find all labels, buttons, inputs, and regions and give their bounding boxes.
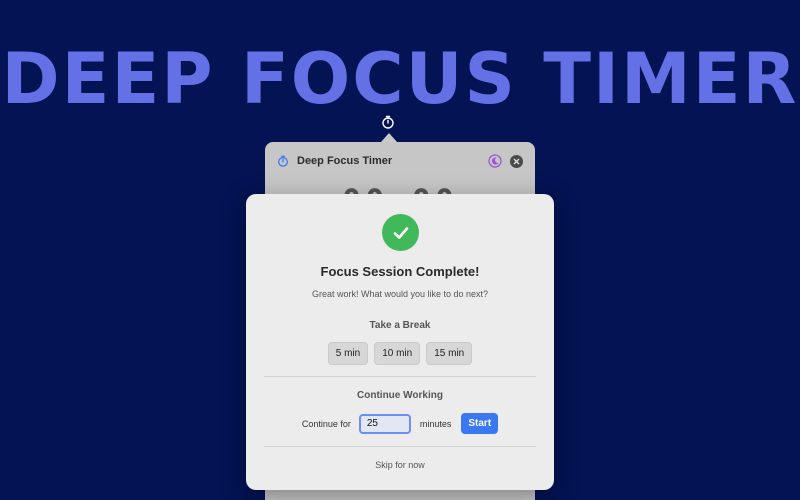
- moon-icon[interactable]: [488, 154, 502, 168]
- break-options: 5 min 10 min 15 min: [246, 342, 554, 365]
- break-5-min-button[interactable]: 5 min: [327, 342, 369, 365]
- checkmark-icon: [393, 226, 408, 239]
- timer-icon[interactable]: [381, 115, 395, 129]
- popover-arrow: [381, 133, 397, 142]
- continue-prefix-label: Continue for: [301, 418, 351, 429]
- break-15-min-button[interactable]: 15 min: [426, 342, 473, 365]
- minutes-input[interactable]: [358, 413, 411, 434]
- divider: [264, 376, 536, 377]
- window-header: Deep Focus Timer: [265, 142, 535, 180]
- close-button[interactable]: [510, 154, 523, 168]
- dialog-subtitle: Great work! What would you like to do ne…: [311, 289, 489, 299]
- hero-title: DEEP FOCUS TIMER: [1, 38, 799, 120]
- timer-icon: [278, 155, 288, 167]
- start-button[interactable]: Start: [461, 413, 499, 434]
- dialog-title: Focus Session Complete!: [320, 264, 480, 279]
- window-title: Deep Focus Timer: [297, 155, 393, 167]
- close-icon: [513, 158, 520, 164]
- continue-section-label: Continue Working: [357, 390, 443, 401]
- continue-row: Continue for minutes Start: [246, 413, 554, 434]
- break-section-label: Take a Break: [369, 320, 431, 331]
- divider: [264, 446, 536, 447]
- desktop: DEEP FOCUS TIMER Deep Focus Timer Focus …: [0, 0, 800, 500]
- minutes-label: minutes: [419, 418, 452, 429]
- success-badge: [382, 214, 419, 251]
- skip-link[interactable]: Skip for now: [246, 460, 554, 470]
- session-complete-dialog: Focus Session Complete! Great work! What…: [246, 194, 554, 490]
- break-10-min-button[interactable]: 10 min: [374, 342, 421, 365]
